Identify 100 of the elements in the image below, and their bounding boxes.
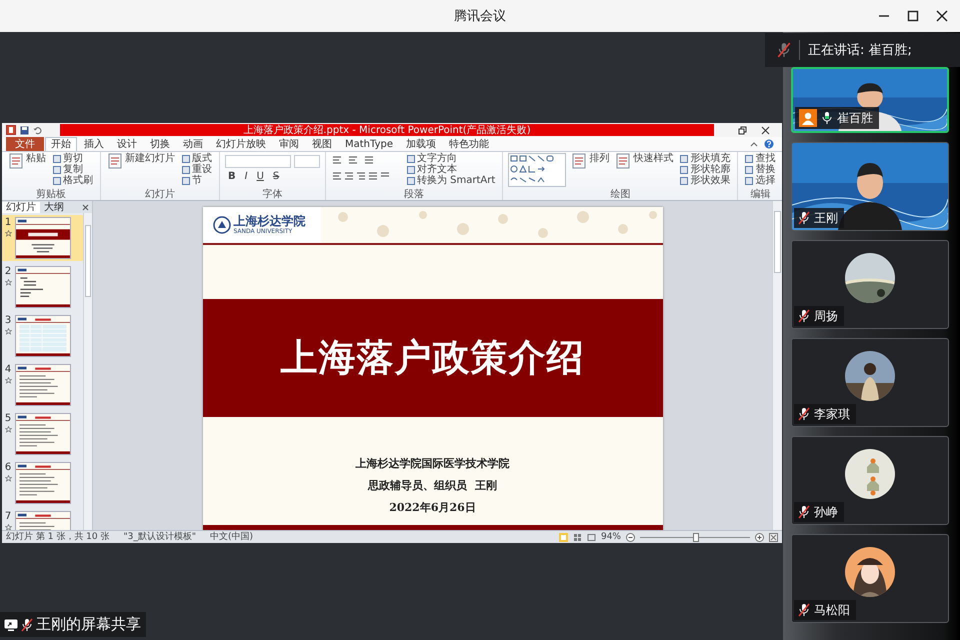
help-icon[interactable]: [764, 139, 774, 149]
ribbon-button[interactable]: 形状填充: [678, 153, 732, 164]
ribbon-large-button[interactable]: 新建幻灯片: [106, 153, 176, 169]
presentation-title: 上海落户政策介绍.pptx - Microsoft PowerPoint(产品激活失败): [243, 124, 531, 136]
slide-text: 上海杉达学院国际医学技术学院: [356, 456, 510, 472]
document-icon: [107, 153, 123, 169]
star-icon: [4, 524, 12, 530]
ribbon-group-label: 编辑: [749, 189, 772, 200]
participant-name: 李家琪: [814, 406, 850, 422]
ribbon-group-label: 绘图: [609, 189, 632, 200]
ribbon-button[interactable]: 转换为 SmartArt: [405, 175, 498, 186]
participant-name: 马松阳: [814, 602, 850, 618]
zoom-out-icon[interactable]: [626, 532, 635, 542]
reading-view-icon[interactable]: [586, 532, 596, 542]
participant-tile[interactable]: 马松阳: [791, 534, 949, 623]
ribbon-tab[interactable]: 视图: [306, 137, 338, 151]
close-icon[interactable]: [761, 126, 770, 134]
zoom-in-icon[interactable]: [755, 532, 764, 542]
shapes-gallery-drawing[interactable]: [508, 153, 566, 187]
undo-icon[interactable]: [33, 126, 42, 134]
slide-thumbnail[interactable]: 7: [2, 509, 83, 530]
slide-number: 1: [4, 217, 12, 228]
panel-tab[interactable]: 大纲: [40, 202, 68, 212]
panel-tab[interactable]: 幻灯片: [2, 202, 40, 212]
ribbon-large-button[interactable]: 快速样式: [614, 153, 674, 169]
restore-icon[interactable]: [738, 126, 747, 134]
ribbon-tab[interactable]: 插入: [78, 137, 110, 151]
ribbon-tab[interactable]: 特色功能: [442, 137, 495, 151]
screen-share-icon: [4, 618, 18, 630]
slide-thumbnail[interactable]: 1: [2, 215, 83, 261]
participant-tile[interactable]: 崔百胜: [791, 67, 949, 133]
ribbon-tab[interactable]: 切换: [144, 137, 176, 151]
mic-muted-icon[interactable]: [777, 42, 791, 58]
format-button[interactable]: B: [225, 171, 239, 182]
ribbon-tab[interactable]: 文件: [6, 137, 44, 151]
sorter-view-icon[interactable]: [572, 532, 582, 542]
slide-number: 5: [4, 413, 12, 424]
participant-name: 周扬: [814, 308, 838, 324]
save-icon[interactable]: [20, 126, 29, 134]
ribbon-tab[interactable]: 加载项: [400, 137, 442, 151]
ribbon-large-button[interactable]: 粘贴: [7, 153, 47, 169]
slide-number: 4: [4, 364, 12, 375]
emblem-icon: [212, 216, 230, 234]
slide-thumbnail[interactable]: 5: [2, 411, 83, 457]
ribbon-tab[interactable]: MathType: [339, 137, 399, 151]
scrollbar[interactable]: [83, 213, 92, 530]
slide-thumbnail-drawing: [15, 462, 71, 504]
slide-number: 6: [4, 462, 12, 473]
mic-muted-icon: [21, 618, 33, 632]
participant-name: 崔百胜: [837, 110, 873, 126]
font-size-field[interactable]: [294, 155, 320, 168]
ribbon-button[interactable]: 形状轮廓: [678, 164, 732, 175]
document-icon: [615, 153, 632, 169]
participant-tile[interactable]: 王刚: [791, 142, 949, 231]
ribbon-tab[interactable]: 幻灯片放映: [210, 137, 272, 151]
collapse-icon[interactable]: [750, 140, 758, 148]
ribbon-button[interactable]: 文字方向: [405, 153, 498, 164]
star-icon: [4, 279, 12, 286]
slide-thumbnail[interactable]: 3: [2, 313, 83, 359]
ribbon-tab[interactable]: 开始: [45, 137, 77, 151]
ribbon-tab[interactable]: 审阅: [273, 137, 305, 151]
star-icon: [4, 426, 12, 433]
slide-thumbnail-drawing: [15, 364, 71, 406]
slide-number: 7: [4, 511, 12, 522]
slide-thumbnail-drawing: [15, 315, 71, 357]
format-button[interactable]: S: [270, 171, 282, 182]
slide-thumbnail[interactable]: 4: [2, 362, 83, 408]
ribbon-button[interactable]: 形状效果: [678, 175, 732, 186]
ribbon-button[interactable]: 格式刷: [51, 175, 95, 186]
window-title: 腾讯会议: [454, 8, 506, 25]
close-icon[interactable]: [936, 10, 948, 22]
font-name-field[interactable]: [225, 155, 291, 168]
ribbon-button[interactable]: 查找: [743, 153, 778, 164]
ribbon-button[interactable]: 版式: [180, 153, 214, 164]
scrollbar[interactable]: [772, 201, 782, 530]
university-name: 上海杉达学院: [234, 215, 306, 228]
ribbon-button[interactable]: 对齐文本: [405, 164, 498, 175]
ribbon-button[interactable]: 重设: [180, 164, 214, 175]
ribbon-large-button[interactable]: 排列: [570, 153, 610, 169]
ribbon-button[interactable]: 节: [180, 175, 214, 186]
ribbon-button[interactable]: 复制: [51, 164, 95, 175]
slide-text: 思政辅导员、组织员 王刚: [368, 478, 497, 494]
fit-icon[interactable]: [769, 532, 778, 542]
ribbon-button[interactable]: 剪切: [51, 153, 95, 164]
participant-tile[interactable]: 李家琪: [791, 338, 949, 427]
format-button[interactable]: U: [254, 171, 267, 182]
slide-thumbnail[interactable]: 2: [2, 264, 83, 310]
ribbon-tab[interactable]: 动画: [177, 137, 209, 151]
slide-number: 3: [4, 315, 12, 326]
ribbon-group-label: 幻灯片: [144, 189, 176, 200]
ribbon-tab[interactable]: 设计: [111, 137, 143, 151]
participant-tile[interactable]: 孙峥: [791, 436, 949, 525]
ribbon-button[interactable]: 选择: [743, 175, 778, 186]
participant-tile[interactable]: 周扬: [791, 240, 949, 329]
ribbon-button[interactable]: 替换: [743, 164, 778, 175]
slide-thumbnail[interactable]: 6: [2, 460, 83, 506]
speaking-text: 正在讲话: 崔百胜;: [808, 42, 912, 59]
format-button[interactable]: I: [242, 171, 251, 182]
zoom-percent: 94%: [600, 532, 621, 542]
maximize-icon[interactable]: [907, 10, 919, 22]
